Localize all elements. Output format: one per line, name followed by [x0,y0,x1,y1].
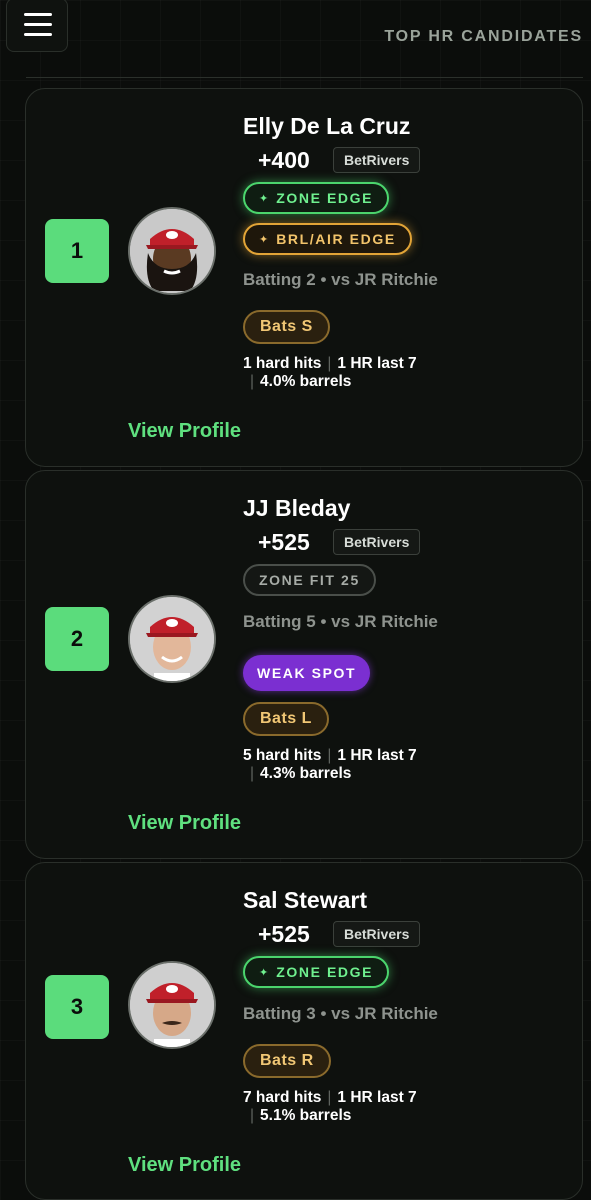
stats-line: 1 hard hits | 1 HR last 7 [243,355,417,373]
player-avatar [128,595,216,683]
page-title: TOP HR CANDIDATES [384,28,583,45]
hr-last-7: 1 HR last 7 [337,1089,417,1106]
player-card-3: 3 Sal Stewart +525 BetRivers ✦ ZONE EDGE… [25,862,583,1200]
bats-badge: Bats L [243,702,329,736]
hr-last-7: 1 HR last 7 [337,355,417,372]
barrels-rate: 4.3% barrels [260,765,352,782]
player-name: Sal Stewart [243,887,367,913]
rank-badge: 1 [45,219,109,283]
stats-line-2: | 4.0% barrels [250,373,351,391]
view-profile-link[interactable]: View Profile [128,812,241,835]
stats-line-2: | 5.1% barrels [250,1107,351,1125]
batting-order-text: Batting 2 • vs JR Ritchie [243,270,438,289]
view-profile-link[interactable]: View Profile [128,1154,241,1177]
stat-separator: | [327,355,332,372]
player-card-1: 1 Elly De La Cruz +400 BetRivers ✦ ZONE … [25,88,583,467]
menu-icon [24,13,52,16]
hard-hits: 7 hard hits [243,1089,322,1106]
badge-label: ZONE FIT 25 [259,572,360,588]
menu-icon-bar [24,23,52,26]
hamburger-menu-button[interactable] [6,0,68,52]
sparkle-icon: ✦ [259,233,269,246]
sportsbook-badge: BetRivers [333,529,421,555]
stats-line: 5 hard hits | 1 HR last 7 [243,747,417,765]
stat-separator: | [250,373,255,390]
zone-edge-badge: ✦ ZONE EDGE [243,182,390,214]
brl-air-edge-badge: ✦ BRL/AIR EDGE [243,223,412,255]
hard-hits: 1 hard hits [243,355,322,372]
badge-label: WEAK SPOT [257,665,357,681]
hard-hits: 5 hard hits [243,747,322,764]
bats-badge: Bats R [243,1044,331,1078]
zone-edge-badge: ✦ ZONE EDGE [243,956,390,988]
weak-spot-badge: WEAK SPOT [243,655,371,691]
sparkle-icon: ✦ [259,966,269,979]
stat-separator: | [327,747,332,764]
odds-value: +525 [258,921,310,947]
stats-line: 7 hard hits | 1 HR last 7 [243,1089,417,1107]
badge-label: ZONE EDGE [276,190,374,206]
player-avatar [128,961,216,1049]
badge-label: BRL/AIR EDGE [276,231,396,247]
batting-order-text: Batting 3 • vs JR Ritchie [243,1004,438,1023]
bats-badge: Bats S [243,310,330,344]
player-name: JJ Bleday [243,495,351,521]
sportsbook-badge: BetRivers [333,147,421,173]
stat-separator: | [250,1107,255,1124]
batting-order-text: Batting 5 • vs JR Ritchie [243,612,438,631]
player-card-2: 2 JJ Bleday +525 BetRivers ZONE FIT 25 B… [25,470,583,859]
top-bar: TOP HR CANDIDATES [0,0,591,80]
sportsbook-badge: BetRivers [333,921,421,947]
odds-value: +400 [258,147,310,173]
player-name: Elly De La Cruz [243,113,411,139]
sparkle-icon: ✦ [259,192,269,205]
stat-separator: | [327,1089,332,1106]
barrels-rate: 5.1% barrels [260,1107,352,1124]
header-divider [26,77,583,78]
stat-separator: | [250,765,255,782]
rank-badge: 3 [45,975,109,1039]
hr-last-7: 1 HR last 7 [337,747,417,764]
view-profile-link[interactable]: View Profile [128,420,241,443]
barrels-rate: 4.0% barrels [260,373,352,390]
zone-fit-badge: ZONE FIT 25 [243,564,376,596]
player-avatar [128,207,216,295]
badge-label: ZONE EDGE [276,964,374,980]
odds-value: +525 [258,529,310,555]
stats-line-2: | 4.3% barrels [250,765,351,783]
menu-icon-bar [24,33,52,36]
rank-badge: 2 [45,607,109,671]
